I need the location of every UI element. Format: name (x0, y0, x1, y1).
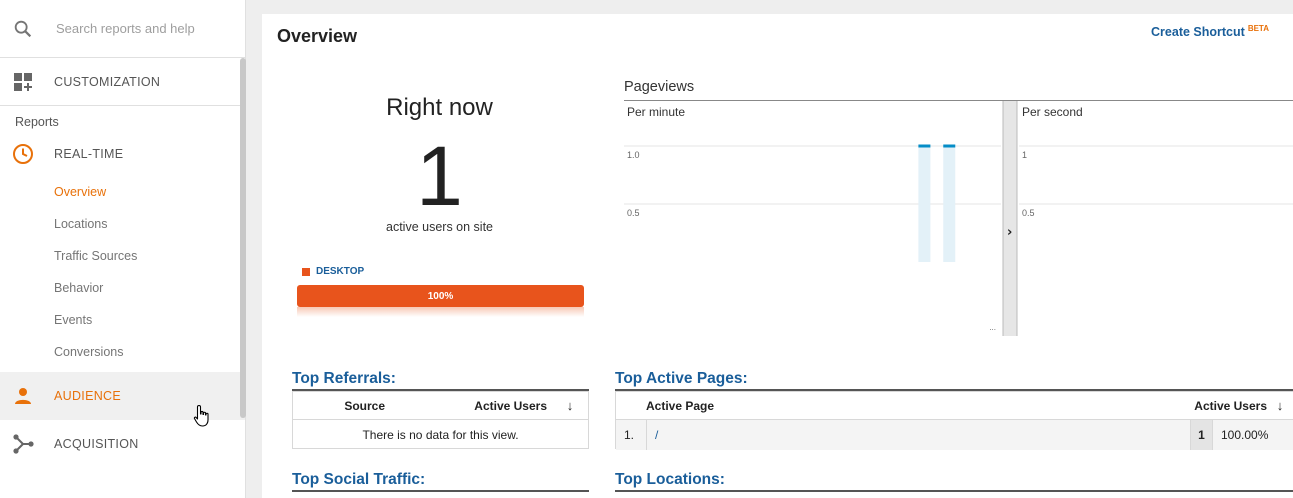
sort-arrow-icon[interactable]: ↓ (560, 398, 580, 413)
minute-x-tick-label: -11 min (854, 335, 883, 336)
acquisition-branch-icon (12, 433, 34, 455)
sidebar-scrollbar[interactable] (240, 58, 246, 418)
top-active-pages-title: Top Active Pages: (615, 370, 748, 387)
second-y-tick-label: 1 (1022, 150, 1027, 160)
minute-x-tick-label: -16 min (789, 335, 819, 336)
per-second-plot: 1.5 1 0.5 -60 sec -45 sec -30 sec -15 sec (1019, 100, 1293, 336)
minute-trailing-marker: ... (989, 323, 996, 332)
minute-y-tick-label: 1.0 (627, 150, 640, 160)
minute-x-tick-label: -6 min (918, 335, 943, 336)
row-percent: 100.00% (1212, 420, 1293, 450)
minute-y-tick-label: 0.5 (627, 208, 640, 218)
active-page-link[interactable]: / (646, 420, 1190, 450)
person-icon (12, 385, 34, 407)
main-panel: Overview Create Shortcut BETA Right now 1… (262, 14, 1293, 498)
sidebar-item-behavior[interactable]: Behavior (0, 272, 245, 304)
device-share-percent: 100% (427, 290, 454, 302)
table-row[interactable]: 1. / 1 100.00% (616, 420, 1293, 450)
minute-bar-cap (918, 144, 931, 148)
minute-bar-column[interactable] (943, 146, 956, 262)
device-label: DESKTOP (316, 266, 365, 277)
search-icon[interactable] (12, 18, 34, 40)
top-social-traffic-title: Top Social Traffic: (292, 471, 426, 488)
col-active-page[interactable]: Active Page (646, 399, 1172, 413)
active-users-caption: active users on site (386, 220, 493, 234)
second-x-tick-label: -60 sec (1026, 335, 1056, 336)
minute-bar-column[interactable] (918, 146, 931, 262)
second-y-tick-label: 1.5 (1022, 100, 1035, 102)
right-now-title: Right now (386, 94, 493, 121)
page-title: Overview (277, 26, 358, 46)
chart-splitter[interactable] (1003, 101, 1017, 336)
top-social-rule (292, 490, 589, 492)
minute-y-tick-label: 1.5 (627, 100, 640, 102)
nav-customization-label: CUSTOMIZATION (54, 74, 161, 89)
row-active-users: 1 (1190, 420, 1212, 450)
per-second-label: Per second (1022, 105, 1083, 119)
search-row (0, 0, 245, 58)
pageviews-chart: Per minute Per second › 1.5 1.0 0.5 -26 min… (624, 100, 1293, 336)
top-locations-title: Top Locations: (615, 471, 725, 488)
sidebar: CUSTOMIZATION Reports REAL-TIME Overview… (0, 0, 246, 498)
nav-acquisition-label: ACQUISITION (54, 437, 139, 451)
top-active-pages-header: Active Page Active Users ↓ (616, 392, 1293, 420)
sidebar-item-conversions[interactable]: Conversions (0, 336, 245, 368)
top-referrals-table: Source Active Users ↓ There is no data f… (292, 391, 589, 449)
per-minute-plot: 1.5 1.0 0.5 -26 min -21 min -16 min -11 min -6 … (624, 100, 1001, 336)
sidebar-item-overview[interactable]: Overview (0, 176, 245, 208)
sidebar-item-events[interactable]: Events (0, 304, 245, 336)
device-share-bar[interactable]: 100% (297, 285, 584, 307)
top-referrals-header: Source Active Users ↓ (293, 392, 588, 420)
device-legend: DESKTOP (302, 266, 364, 277)
second-x-tick-label: -15 sec (1234, 335, 1264, 336)
desktop-swatch (302, 267, 310, 276)
expand-chevron-icon[interactable]: › (1007, 225, 1012, 240)
table-row: There is no data for this view. (293, 420, 588, 450)
per-minute-label: Per minute (627, 105, 685, 119)
row-index: 1. (624, 428, 635, 442)
sort-arrow-icon[interactable]: ↓ (1267, 398, 1293, 413)
no-data-message: There is no data for this view. (362, 428, 519, 442)
create-shortcut-link[interactable]: Create Shortcut BETA (1151, 24, 1269, 39)
top-active-pages-table: Active Page Active Users ↓ 1. / 1 100.00… (615, 391, 1293, 450)
minute-bar-cap (943, 144, 956, 148)
hand-cursor-icon (193, 404, 209, 427)
create-shortcut-label: Create Shortcut (1151, 25, 1245, 40)
col-active-users[interactable]: Active Users (398, 399, 560, 413)
minute-x-tick-label: -21 min (728, 335, 758, 336)
reports-label: Reports (15, 115, 59, 129)
beta-badge: BETA (1247, 24, 1269, 33)
nav-customization[interactable]: CUSTOMIZATION (0, 58, 245, 106)
top-referrals-title: Top Referrals: (292, 370, 396, 387)
device-bar-shadow (297, 307, 584, 317)
minute-x-tick-label: -26 min (666, 335, 696, 336)
top-locations-rule (615, 490, 1293, 492)
second-x-tick-label: -45 sec (1095, 335, 1125, 336)
col-active-users[interactable]: Active Users (1172, 399, 1267, 413)
clock-icon (12, 143, 34, 165)
col-source[interactable]: Source (293, 399, 398, 413)
sidebar-item-traffic-sources[interactable]: Traffic Sources (0, 240, 245, 272)
nav-audience-label: AUDIENCE (54, 389, 121, 403)
nav-realtime-label: REAL-TIME (54, 147, 124, 161)
sidebar-item-locations[interactable]: Locations (0, 208, 245, 240)
search-input[interactable] (54, 20, 224, 37)
second-y-tick-label: 0.5 (1022, 208, 1035, 218)
dashboard-grid-icon (12, 71, 34, 93)
active-users-count: 1 (416, 129, 463, 223)
minute-x-tick-label: -1 (989, 335, 997, 336)
second-x-tick-label: -30 sec (1165, 335, 1195, 336)
nav-realtime[interactable]: REAL-TIME (0, 132, 245, 176)
pageviews-title: Pageviews (624, 79, 695, 95)
